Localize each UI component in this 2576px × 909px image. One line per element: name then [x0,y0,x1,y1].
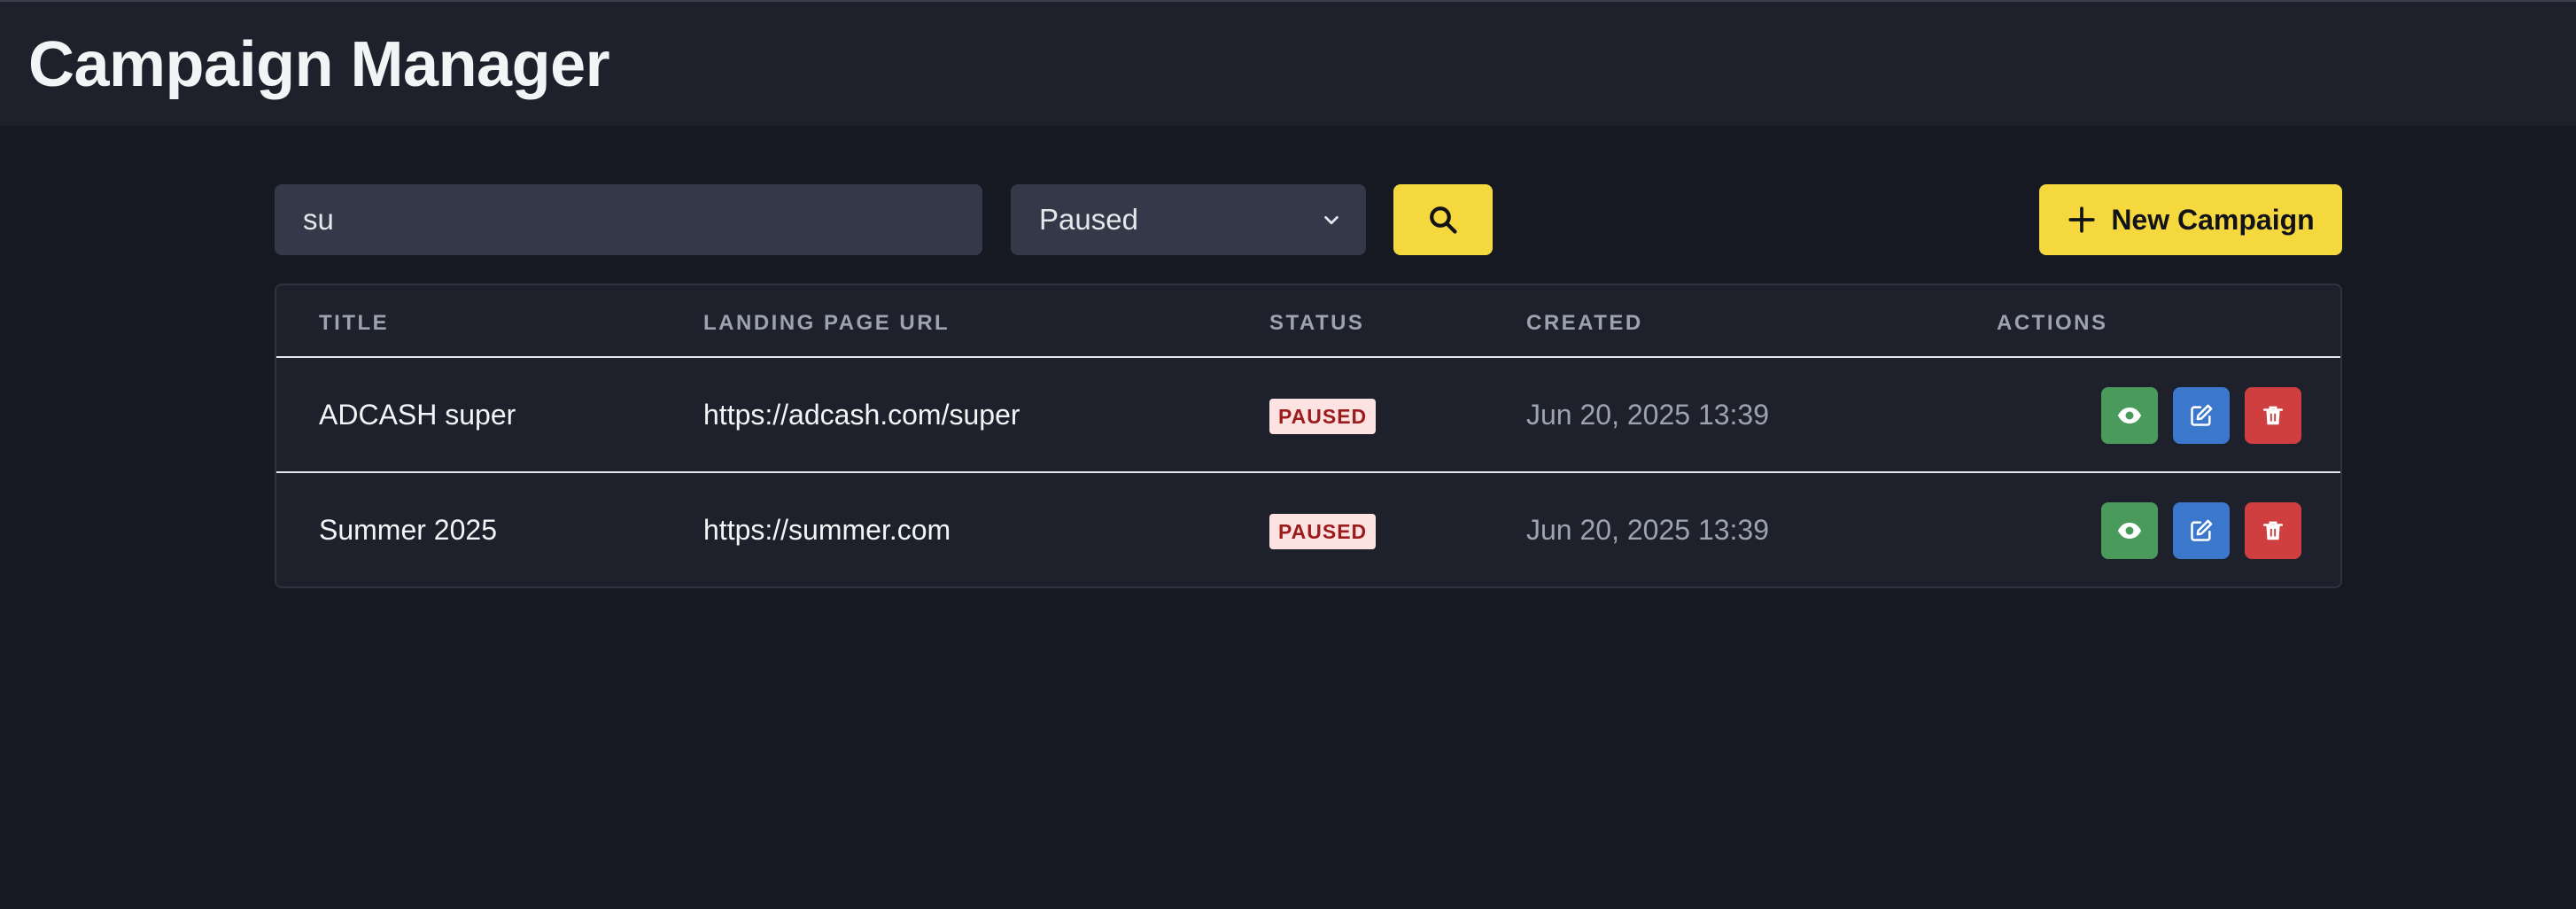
new-campaign-button[interactable]: New Campaign [2039,184,2342,255]
search-icon [1430,206,1457,234]
trash-icon [2262,521,2284,540]
table-row: ADCASH super https://adcash.com/super PA… [276,358,2340,473]
campaign-title: ADCASH super [319,399,516,431]
column-header-landing-page-url: LANDING PAGE URL [703,311,950,335]
column-header-title: TITLE [319,311,390,335]
chevron-down-icon [1324,215,1338,225]
view-button[interactable] [2101,502,2158,559]
column-header-actions: ACTIONS [1997,311,2108,335]
eye-icon [2117,523,2142,539]
plus-icon [2068,206,2095,233]
edit-button[interactable] [2173,387,2230,444]
campaign-created: Jun 20, 2025 13:39 [1526,399,1770,431]
campaign-title: Summer 2025 [319,514,497,546]
edit-icon [2191,519,2213,541]
new-campaign-label: New Campaign [2111,203,2315,236]
status-filter-select[interactable]: Paused [1011,184,1366,255]
column-header-status: STATUS [1269,311,1365,335]
table-row: Summer 2025 https://summer.com PAUSED Ju… [276,473,2340,587]
delete-button[interactable] [2245,387,2301,444]
table-header: TITLE LANDING PAGE URL STATUS CREATED AC… [276,285,2340,358]
status-filter-value: Paused [1039,203,1138,236]
search-button[interactable] [1393,184,1493,255]
column-header-created: CREATED [1526,311,1643,335]
campaign-created: Jun 20, 2025 13:39 [1526,514,1770,546]
search-input[interactable] [275,184,982,255]
edit-icon [2191,404,2213,426]
status-badge: PAUSED [1269,514,1377,549]
page-title: Campaign Manager [28,29,610,100]
eye-icon [2117,408,2142,423]
view-button[interactable] [2101,387,2158,444]
top-bar: Campaign Manager [0,0,2576,126]
campaigns-table: TITLE LANDING PAGE URL STATUS CREATED AC… [275,284,2342,588]
campaign-url: https://adcash.com/super [703,399,1020,431]
campaign-url: https://summer.com [703,514,951,546]
status-badge: PAUSED [1269,399,1377,434]
edit-button[interactable] [2173,502,2230,559]
delete-button[interactable] [2245,502,2301,559]
trash-icon [2262,406,2284,425]
filter-toolbar: Paused New Campaign [275,184,2342,255]
